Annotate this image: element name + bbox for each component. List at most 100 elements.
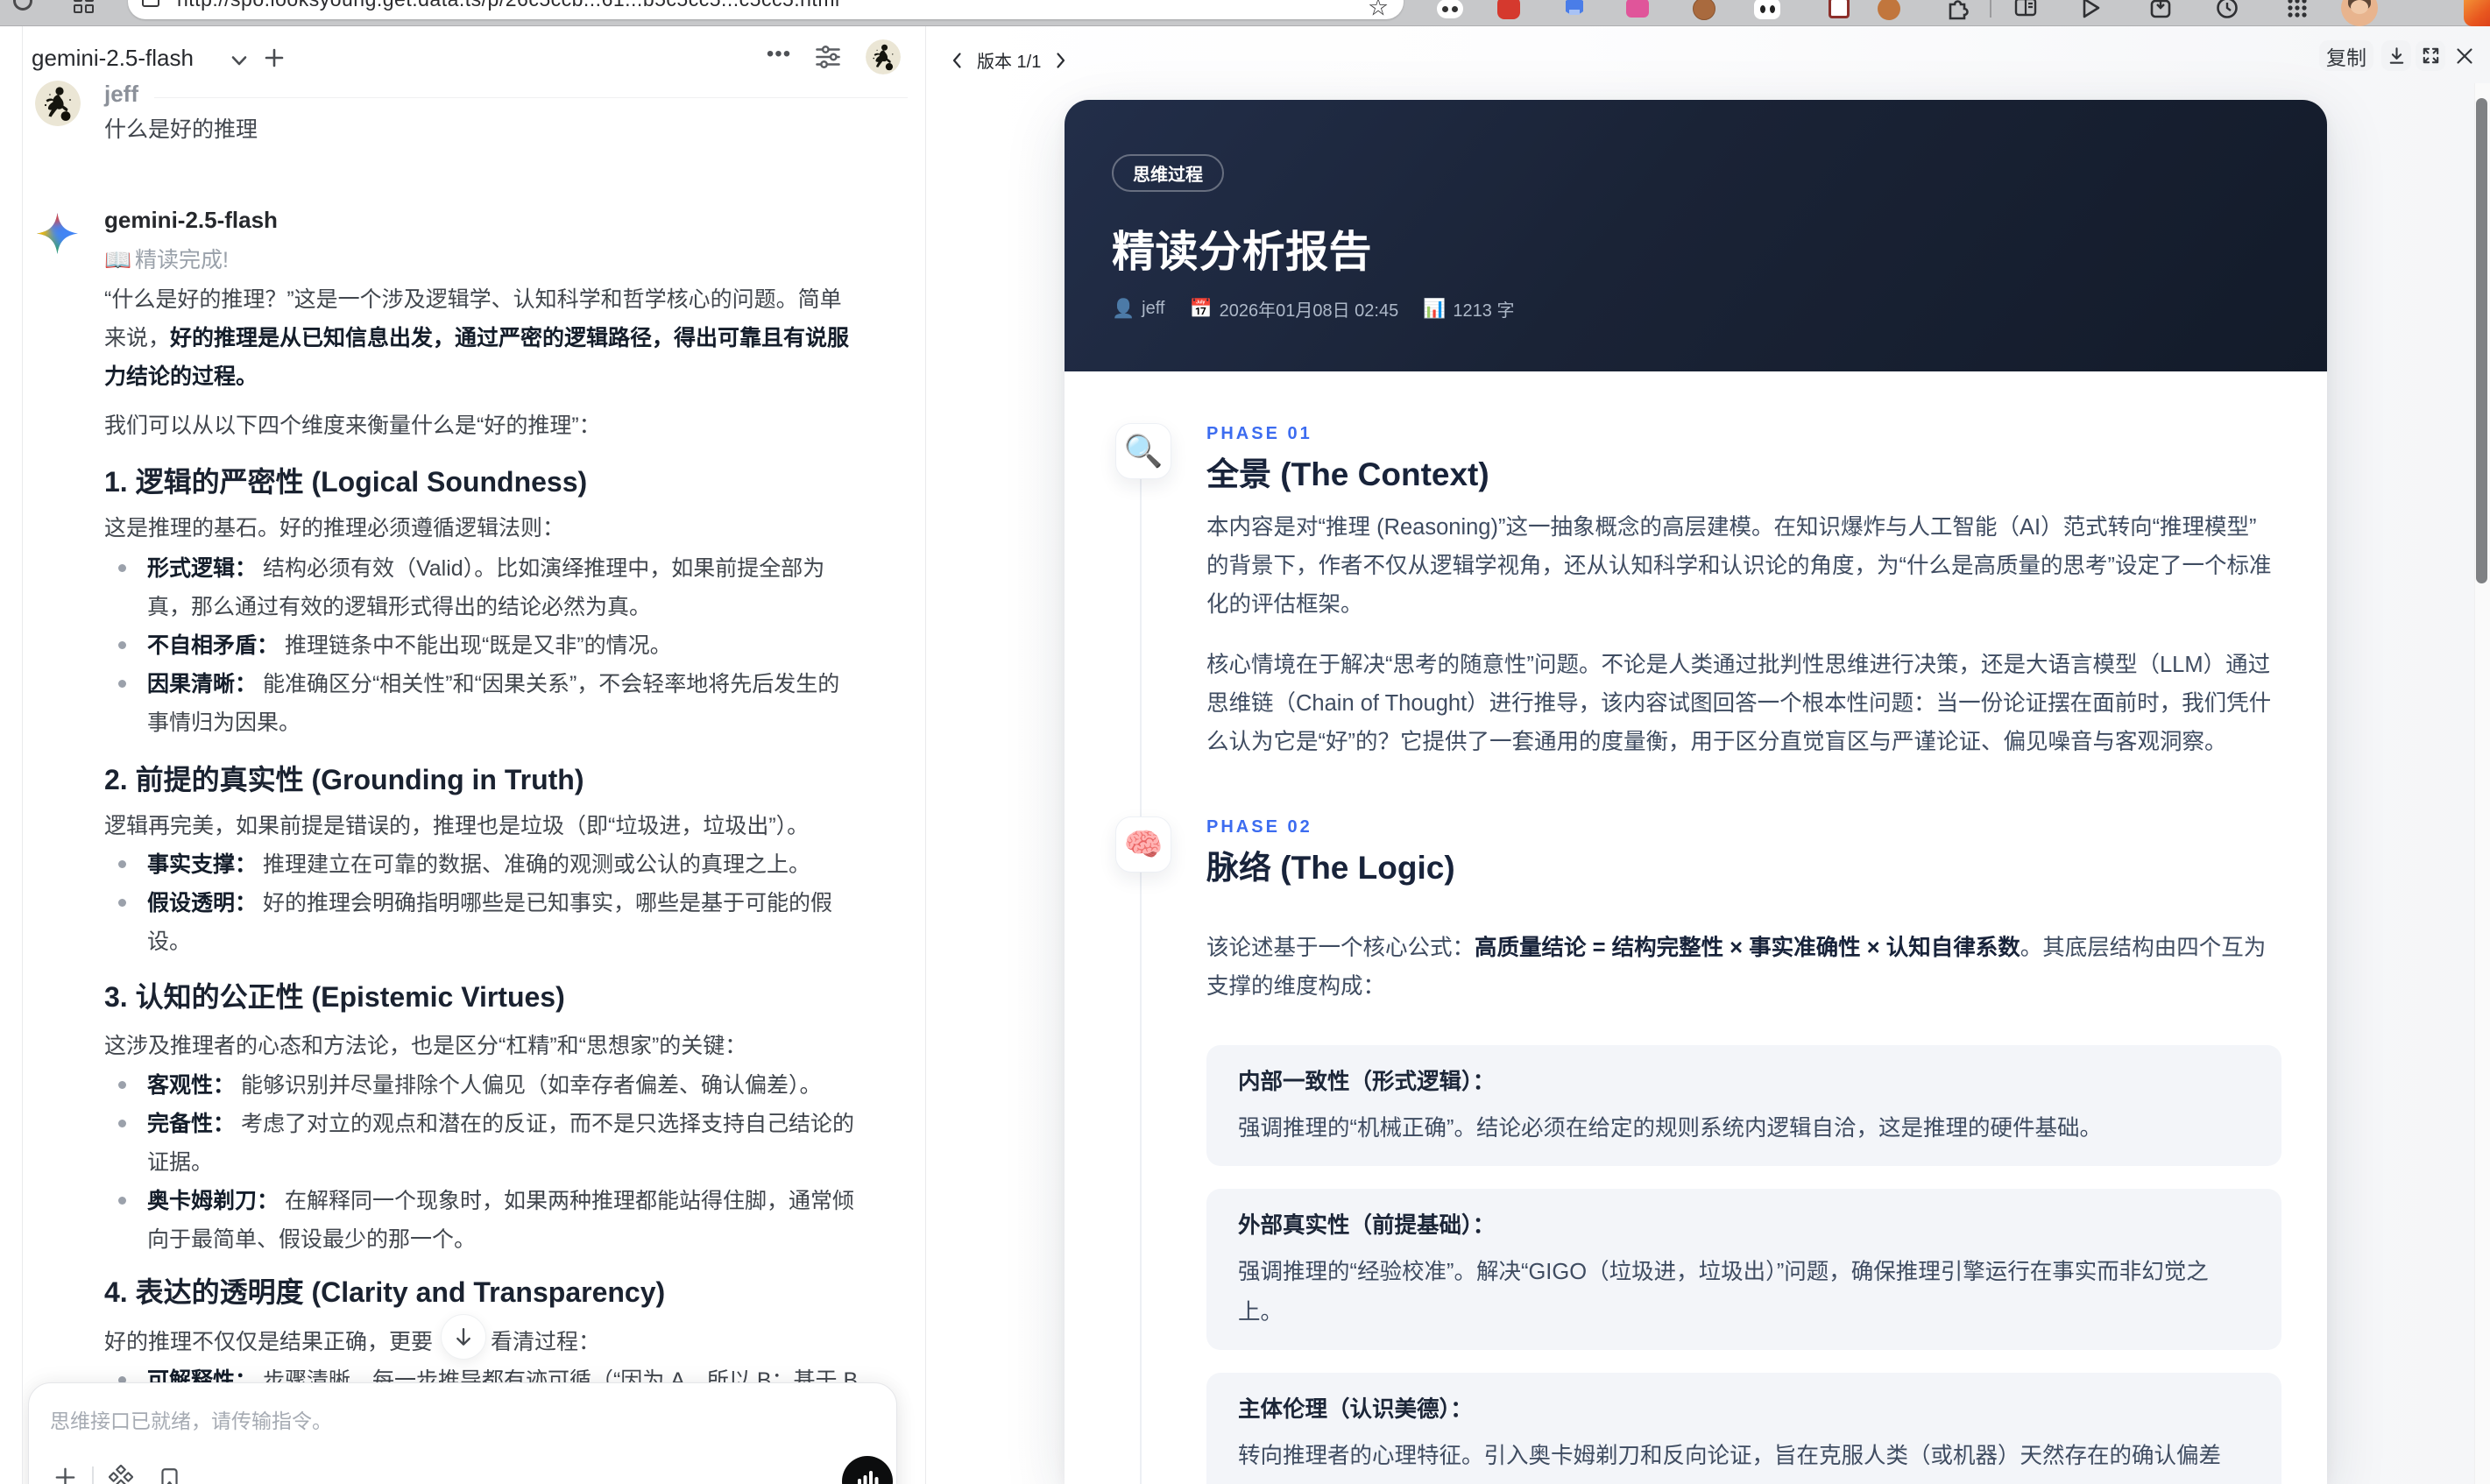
text-line: 本内容是对“推理 (Reasoning)”这一抽象概念的高层建模。在知识爆炸与人… [1206,515,2257,540]
extension-icon[interactable] [1693,0,1717,20]
text-line: 证据。 [147,1150,214,1175]
text-line: 假设透明： 好的推理会明确指明哪些是已知事实，哪些是基于可能的假 [147,891,832,915]
bullet-dot [118,680,126,688]
extension-icon[interactable] [1626,0,1651,20]
chat-input[interactable]: 思维接口已就绪，请传输指令。 [28,1382,897,1484]
input-placeholder: 思维接口已就绪，请传输指令。 [50,1410,332,1432]
logic-card-2: 外部真实性（前提基础）： 强调推理的“经验校准”。解决“GIGO（垃圾进，垃圾出）… [1206,1189,2281,1350]
extension-icon[interactable] [2285,0,2310,20]
url-bar[interactable]: http://spo.looksyoung.get.data.ts/p/26c5… [128,0,1404,19]
assistant-avatar [37,213,78,254]
extension-icon[interactable] [2013,0,2038,20]
artifact-scrollbar-thumb[interactable] [2476,98,2487,583]
app: gemini-2.5-flash ••• jeff 什么是好的推理 gemini… [0,26,2490,1484]
user-message-avatar[interactable] [35,81,81,126]
attach-button[interactable] [53,1466,77,1484]
close-button[interactable] [2450,40,2479,71]
version-next-button[interactable] [1050,51,1070,70]
bookmark-star-icon[interactable]: ☆ [1369,0,1388,19]
version-nav: 版本 1/1 [938,47,1079,73]
apps-grid-icon[interactable] [74,0,96,16]
bullet-dot [118,641,126,649]
phase1-icon: 🔍 [1115,423,1171,479]
page-info-icon[interactable] [142,0,159,7]
text-line: 思维链（Chain of Thought）进行推导，该内容试图回答一个根本性问题… [1206,691,2272,716]
list-item: 事实支撑： 推理建立在可靠的数据、准确的观测或公认的真理之上。 [104,845,875,884]
bullet-dot [118,1197,126,1205]
extension-icon[interactable] [1562,0,1587,20]
card-title: 主体伦理（认识美德）： [1238,1397,1473,1422]
extension-icon[interactable] [1878,0,1902,20]
save-topic-button[interactable] [158,1466,181,1484]
chevron-down-icon[interactable] [228,49,251,72]
document-date: 2026年01月08日 02:45 [1219,301,1399,321]
extension-icon[interactable] [1497,0,1522,20]
user-message-text: 什么是好的推理 [104,117,258,142]
voice-input-button[interactable] [842,1456,893,1484]
user-avatar[interactable] [866,39,901,74]
text-line: 支撑的维度构成： [1206,974,1386,999]
assistant-paragraph: 这是推理的基石。好的推理必须遵循逻辑法则： [104,509,875,548]
assistant-paragraph: 好的推理不仅仅是结果正确，更要 看清过程： [104,1323,875,1361]
toolbar-divider [1990,0,1991,18]
download-button[interactable] [2381,40,2411,71]
list-item: 假设透明： 好的推理会明确指明哪些是已知事实，哪些是基于可能的假 设。 [104,884,875,961]
extension-icon[interactable] [2078,0,2103,20]
assistant-name: gemini-2.5-flash [104,207,278,233]
text-line: 来说，好的推理是从已知信息出发，通过严密的逻辑路径，得出可靠且有说服 [104,326,850,350]
new-topic-button[interactable] [261,45,287,71]
artifact-scrollbar[interactable] [2474,83,2490,1484]
assistant-paragraph: 逻辑再完美，如果前提是错误的，推理也是垃圾（即“垃圾进，垃圾出”）。 [104,807,875,845]
assistant-heading: 1. 逻辑的严密性 (Logical Soundness) [104,466,588,498]
extension-icon[interactable] [2215,0,2239,20]
text-line: 真，那么通过有效的逻辑形式得出的结论必然为真。 [147,595,652,619]
model-settings-button[interactable] [813,42,843,72]
date-icon: 📅 [1189,298,1213,319]
input-toolbar [53,1462,181,1484]
text-line: 形式逻辑： 结构必须有效（Valid）。比如演绎推理中，如果前提全部为 [147,556,825,581]
author-name: jeff [1142,299,1165,318]
reload-icon[interactable] [13,0,32,11]
more-options-button[interactable]: ••• [763,42,795,67]
chat-panel: gemini-2.5-flash ••• jeff 什么是好的推理 gemini… [23,26,925,1484]
list-item: 不自相矛盾： 推理链条中不能出现“既是又非”的情况。 [104,626,875,665]
extension-icon[interactable] [1945,0,1970,20]
text-line: 客观性： 能够识别并尽量排除个人偏见（如幸存者偏差、确认偏差）。 [147,1073,822,1098]
phase2-label: PHASE 02 [1206,817,1312,837]
author-icon: 👤 [1112,298,1135,319]
bullet-dot [118,1081,126,1089]
assistant-paragraph: “什么是好的推理？”这是一个涉及逻辑学、认知科学和哲学核心的问题。简单 来说，好的… [104,280,875,396]
extension-icon[interactable] [1829,0,1853,20]
version-prev-button[interactable] [948,51,967,70]
assistant-paragraph: 这涉及推理者的心态和方法论，也是区分“杠精”和“思想家”的关键： [104,1027,875,1065]
document-title: 精读分析报告 [1112,229,1373,276]
browser-profile-avatar[interactable] [2341,0,2378,26]
phase2-paragraph: 该论述基于一个核心公式：高质量结论 = 结构完整性 × 事实准确性 × 认知自律… [1206,929,2293,1006]
extension-icon[interactable] [1754,0,1780,20]
document-meta: 👤 jeff 📅 2026年01月08日 02:45 📊 1213 字 [1112,296,1514,322]
assistant-list: 事实支撑： 推理建立在可靠的数据、准确的观测或公认的真理之上。 假设透明： 好的推… [104,845,875,961]
text-line: 么认为它是“好”的？它提供了一套通用的度量衡，用于区分直觉盲区与严谨论证、偏见噪… [1206,730,2227,754]
assistant-list: 客观性： 能够识别并尽量排除个人偏见（如幸存者偏差、确认偏差）。 完备性： 考虑了… [104,1066,875,1259]
text-line: 化的评估框架。 [1206,592,1363,617]
bullet-dot [118,860,126,868]
model-selector[interactable]: gemini-2.5-flash [32,45,194,72]
text-line: 的背景下，作者不仅从逻辑学视角，还从认知科学和认识论的角度，为“什么是高质量的思… [1206,554,2272,578]
text-line: 力结论的过程。 [104,364,258,389]
artifact-toolbar: 版本 1/1 复制 [926,26,2490,100]
copy-button[interactable]: 复制 [2319,40,2373,71]
skills-button[interactable] [108,1465,133,1484]
screen: http://spo.looksyoung.get.data.ts/p/26c5… [0,0,2490,1484]
text-line: 向于最简单、假设最少的那一个。 [147,1227,477,1252]
scroll-to-bottom-button[interactable] [441,1314,486,1360]
extension-icon[interactable] [2148,0,2173,20]
document-hero: 思维过程 精读分析报告 👤 jeff 📅 2026年01月08日 02:45 📊… [1065,100,2327,371]
browser-side-icon[interactable] [2464,0,2490,26]
artifact-actions: 复制 [2319,40,2479,71]
extension-icon[interactable] [1437,0,1463,20]
assistant-heading: 3. 认知的公正性 (Epistemic Virtues) [104,981,565,1013]
expand-button[interactable] [2416,40,2445,71]
assistant-list: 形式逻辑： 结构必须有效（Valid）。比如演绎推理中，如果前提全部为 真，那么通… [104,549,875,742]
phase1-paragraph-1: 本内容是对“推理 (Reasoning)”这一抽象概念的高层建模。在知识爆炸与人… [1206,508,2293,624]
card-title: 内部一致性（形式逻辑）： [1238,1070,1496,1094]
